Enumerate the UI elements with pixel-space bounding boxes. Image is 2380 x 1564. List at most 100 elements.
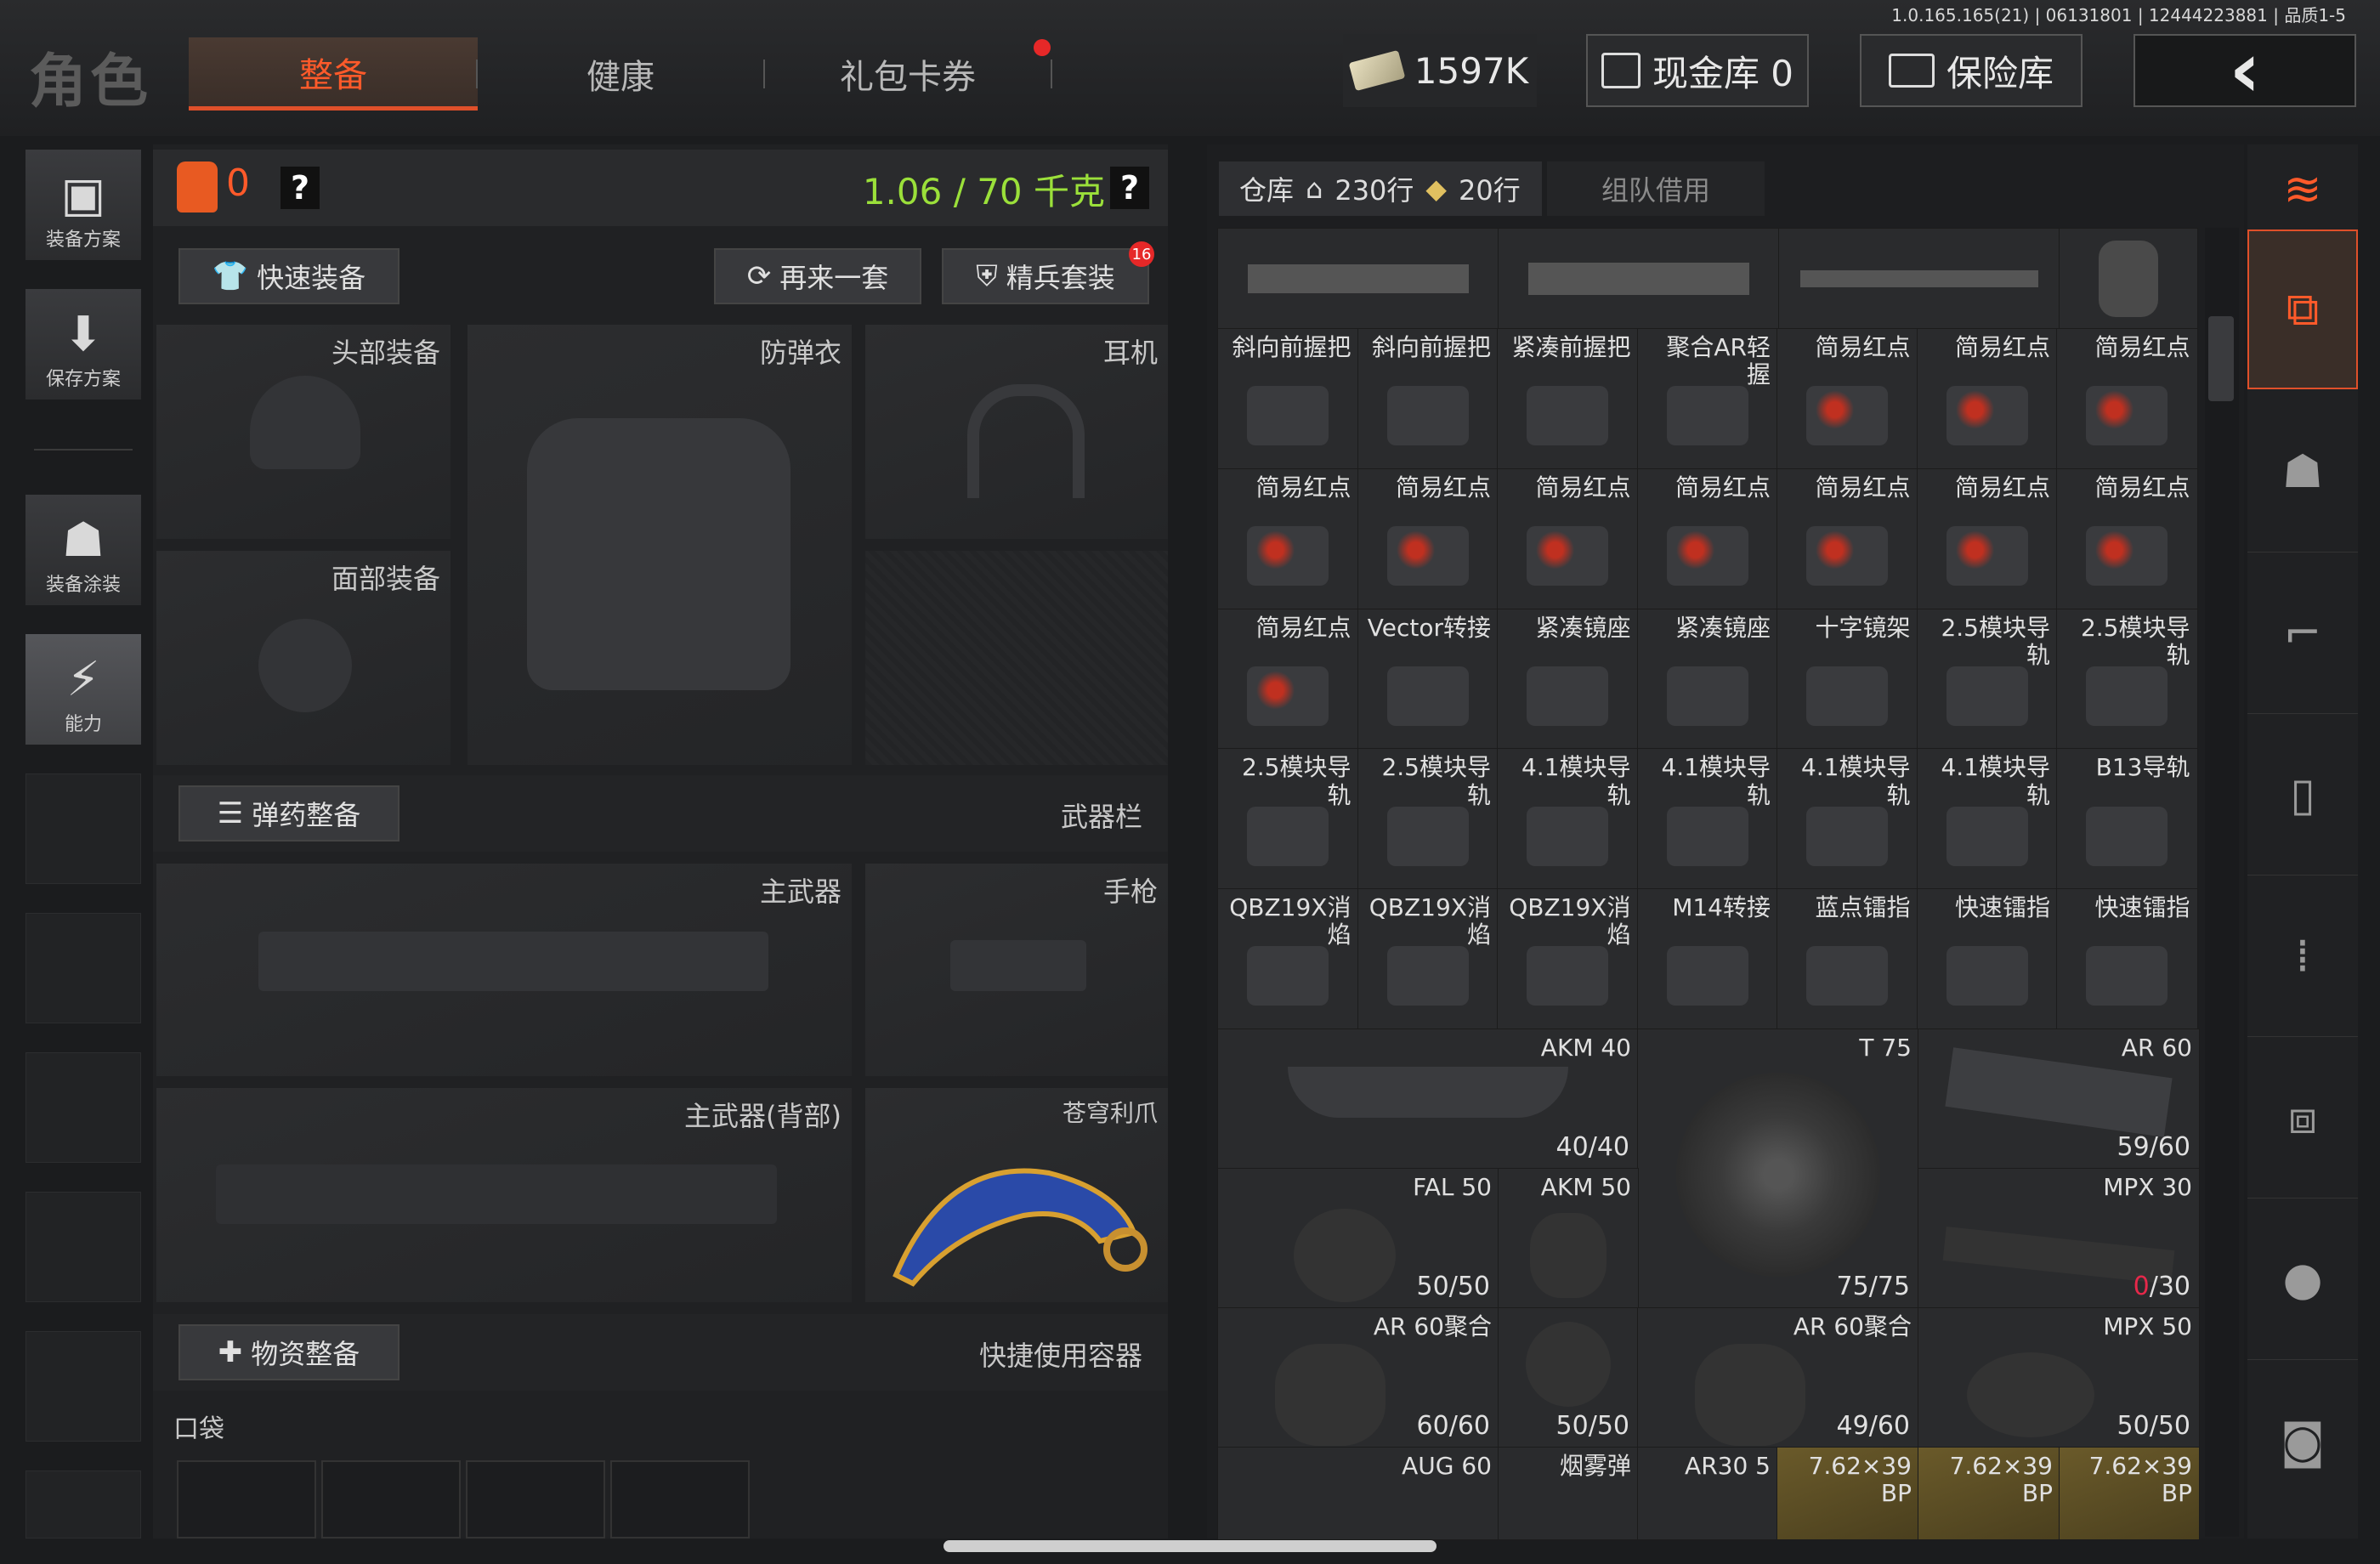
weapon-item[interactable]: [1217, 228, 1499, 330]
primary-weapon-slot[interactable]: 主武器: [156, 864, 852, 1076]
grenade-item[interactable]: 烟雾弹: [1498, 1447, 1639, 1540]
attachment-item[interactable]: 紧凑镜座: [1497, 608, 1639, 751]
magazine-filter-icon[interactable]: ▯: [2247, 714, 2358, 876]
magazine-item[interactable]: AR 60聚合 49/60: [1637, 1307, 1919, 1448]
magazine-item[interactable]: AR 60 59/60: [1918, 1028, 2200, 1170]
warehouse-scroll-thumb[interactable]: [2208, 316, 2234, 401]
attachment-item[interactable]: 斜向前握把: [1217, 328, 1359, 470]
cash-vault-button[interactable]: 现金库 0: [1586, 34, 1809, 107]
sort-stack-icon[interactable]: ≋: [2247, 150, 2358, 228]
ammo-item[interactable]: 7.62×39 BP: [1918, 1447, 2060, 1540]
magazine-item[interactable]: AKM 40 40/40: [1217, 1028, 1639, 1170]
attachment-item[interactable]: 紧凑前握把: [1497, 328, 1639, 470]
weight-help-button[interactable]: ?: [1110, 167, 1149, 209]
pistol-slot[interactable]: 手枪: [865, 864, 1168, 1076]
safe-button[interactable]: 保险库: [1860, 34, 2082, 107]
armor-slot[interactable]: 防弹衣: [468, 325, 852, 765]
magazine-name: T 75: [1859, 1034, 1912, 1062]
attachment-item[interactable]: B13导轨: [2056, 748, 2198, 891]
attachment-filter-icon[interactable]: ⧈: [2247, 1037, 2358, 1198]
attachment-item[interactable]: 简易红点: [2056, 468, 2198, 610]
magazine-item[interactable]: MPX 50 50/50: [1918, 1307, 2200, 1448]
head-slot[interactable]: 头部装备: [156, 325, 450, 539]
pocket-slot[interactable]: [466, 1460, 605, 1538]
ammo-equip-button[interactable]: ☰ 弹药整备: [178, 785, 400, 842]
attachment-item[interactable]: 简易红点: [1776, 328, 1918, 470]
team-borrow-tab[interactable]: 组队借用: [1547, 162, 1765, 216]
warehouse-scroll-track[interactable]: [2205, 228, 2239, 1537]
attachment-item[interactable]: 简易红点: [1636, 468, 1778, 610]
pocket-slot[interactable]: [610, 1460, 750, 1538]
pocket-slot[interactable]: [177, 1460, 316, 1538]
rifle-filter-icon[interactable]: ⌐: [2247, 552, 2358, 714]
ammo-item[interactable]: 7.62×39 BP: [1776, 1447, 1919, 1540]
attachment-item[interactable]: 十字镜架: [1776, 608, 1918, 751]
ammo-item[interactable]: 7.62×39 BP: [2059, 1447, 2200, 1540]
attachment-icon: [1946, 666, 2028, 726]
attachment-item[interactable]: 简易红点: [1357, 468, 1499, 610]
tab-equip[interactable]: 整备: [189, 37, 478, 110]
attachment-item[interactable]: 快速镭指: [2056, 888, 2198, 1030]
ability-button[interactable]: ⚡ 能力: [26, 634, 141, 745]
attachment-item[interactable]: 4.1模块导轨: [1916, 748, 2058, 891]
attachment-item[interactable]: 简易红点: [1497, 468, 1639, 610]
back-button[interactable]: ‹: [2134, 32, 2356, 109]
supply-equip-button[interactable]: ✚ 物资整备: [178, 1324, 400, 1380]
storage-tab[interactable]: 仓库 ⌂ 230行 ◆ 20行: [1219, 162, 1542, 216]
attachment-item[interactable]: 2.5模块导轨: [2056, 608, 2198, 751]
melee-slot[interactable]: 苍穹利爪: [865, 1088, 1168, 1302]
grenade-filter-icon[interactable]: ●: [2247, 1198, 2358, 1360]
misc-filter-icon[interactable]: ◙: [2247, 1360, 2358, 1522]
magazine-item[interactable]: FAL 50 50/50: [1217, 1168, 1499, 1309]
weapon-item[interactable]: [1778, 228, 2060, 330]
attachment-item[interactable]: QBZ19X消焰: [1357, 888, 1499, 1030]
weapon-item[interactable]: [1498, 228, 1780, 330]
attachment-item[interactable]: QBZ19X消焰: [1217, 888, 1359, 1030]
pocket-slot[interactable]: [321, 1460, 461, 1538]
save-plan-button[interactable]: ⬇ 保存方案: [26, 289, 141, 400]
attachment-item[interactable]: 快速镭指: [1916, 888, 2058, 1030]
backpack-help-button[interactable]: ?: [280, 167, 320, 209]
attachment-item[interactable]: 2.5模块导轨: [1357, 748, 1499, 891]
attachment-item[interactable]: 简易红点: [2056, 328, 2198, 470]
magazine-item[interactable]: AR30 5: [1637, 1447, 1778, 1540]
magazine-item[interactable]: MPX 30 0/30: [1918, 1168, 2200, 1309]
attachment-item[interactable]: 4.1模块导轨: [1776, 748, 1918, 891]
attachment-item[interactable]: QBZ19X消焰: [1497, 888, 1639, 1030]
attachment-item[interactable]: 简易红点: [1916, 468, 2058, 610]
headset-slot[interactable]: 耳机: [865, 325, 1168, 539]
attachment-item[interactable]: 紧凑镜座: [1636, 608, 1778, 751]
tab-health[interactable]: 健康: [476, 37, 765, 110]
face-slot[interactable]: 面部装备: [156, 551, 450, 765]
quick-equip-button[interactable]: 👕 快速装备: [178, 248, 400, 304]
attachment-item[interactable]: 4.1模块导轨: [1497, 748, 1639, 891]
all-items-filter-icon[interactable]: ⧉: [2247, 230, 2358, 389]
attachment-name: QBZ19X消焰: [1509, 893, 1631, 949]
equipment-paint-button[interactable]: ☗ 装备涂装: [26, 495, 141, 605]
attachment-item[interactable]: 简易红点: [1916, 328, 2058, 470]
magazine-item[interactable]: 50/50: [1498, 1307, 1639, 1448]
attachment-item[interactable]: M14转接: [1636, 888, 1778, 1030]
attachment-item[interactable]: 简易红点: [1776, 468, 1918, 610]
attachment-item[interactable]: 2.5模块导轨: [1217, 748, 1359, 891]
helmet-filter-icon[interactable]: ☗: [2247, 391, 2358, 552]
attachment-item[interactable]: 简易红点: [1217, 468, 1359, 610]
again-button[interactable]: ⟳ 再来一套: [714, 248, 921, 304]
magazine-item[interactable]: AKM 50: [1498, 1168, 1639, 1309]
magazine-item[interactable]: AUG 60: [1217, 1447, 1499, 1540]
attachment-item[interactable]: 蓝点镭指: [1776, 888, 1918, 1030]
weapon-item[interactable]: [2059, 228, 2198, 330]
tab-gift-coupons[interactable]: 礼包卡券: [763, 37, 1052, 110]
back-weapon-slot[interactable]: 主武器(背部): [156, 1088, 852, 1302]
elite-set-button[interactable]: ⛨ 精兵套装: [942, 248, 1149, 304]
bullet-filter-icon[interactable]: ⁞: [2247, 876, 2358, 1037]
loadout-plan-button[interactable]: ▣ 装备方案: [26, 150, 141, 260]
magazine-item[interactable]: AR 60聚合 60/60: [1217, 1307, 1499, 1448]
attachment-item[interactable]: Vector转接: [1357, 608, 1499, 751]
attachment-item[interactable]: 聚合AR轻握: [1636, 328, 1778, 470]
magazine-item[interactable]: T 75 75/75: [1637, 1028, 1919, 1309]
attachment-item[interactable]: 4.1模块导轨: [1636, 748, 1778, 891]
attachment-item[interactable]: 2.5模块导轨: [1916, 608, 2058, 751]
attachment-item[interactable]: 简易红点: [1217, 608, 1359, 751]
attachment-item[interactable]: 斜向前握把: [1357, 328, 1499, 470]
